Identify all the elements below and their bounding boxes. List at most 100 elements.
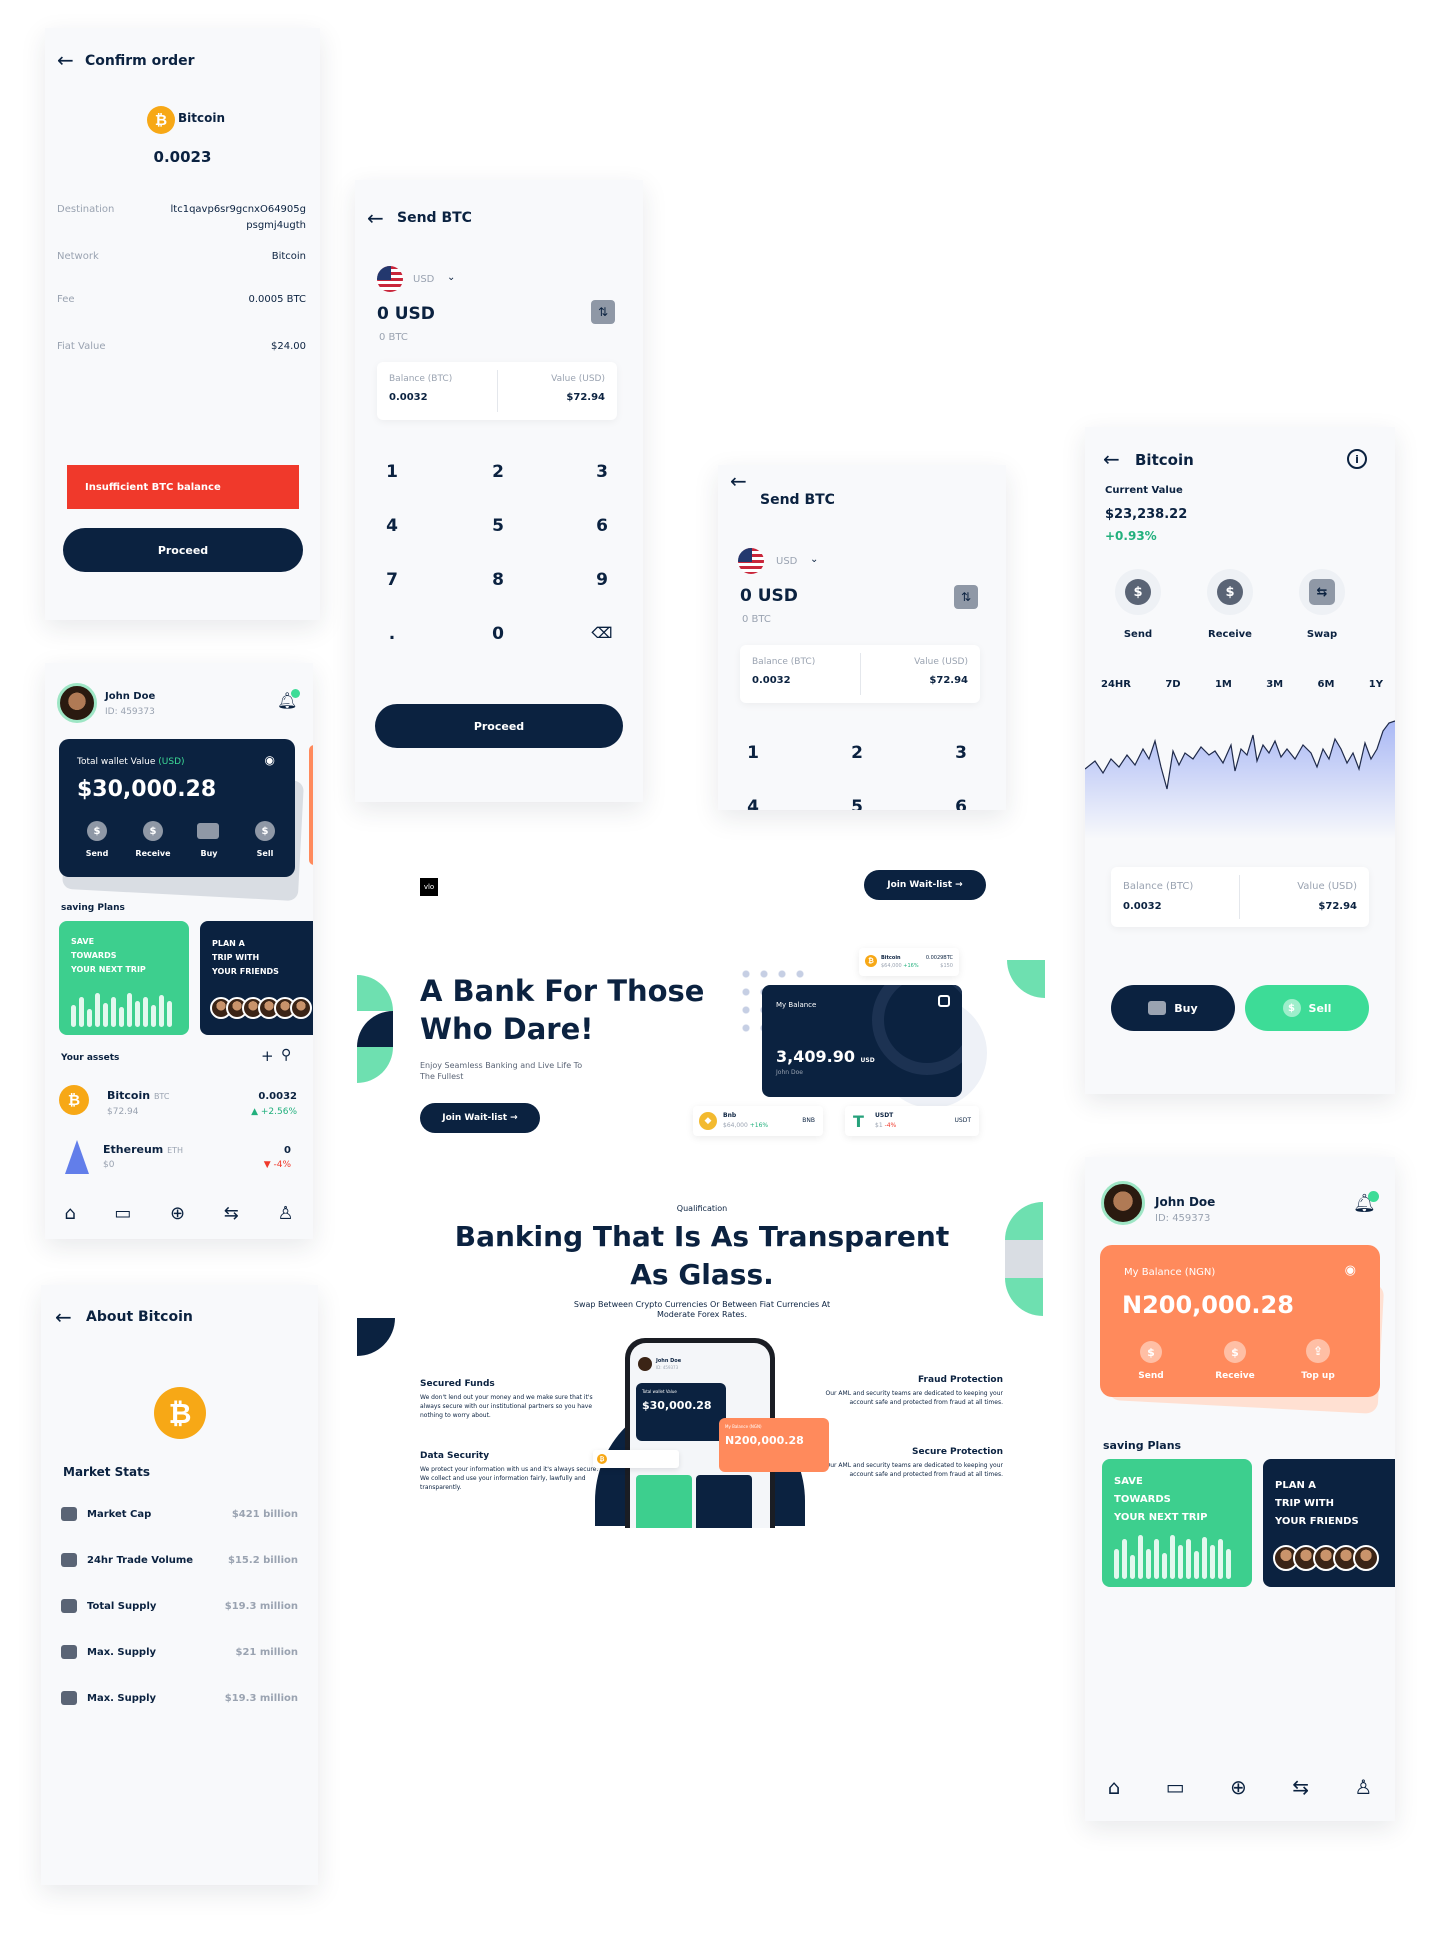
back-arrow-icon[interactable]: ← (57, 48, 74, 72)
keypad-key[interactable]: 7 (377, 570, 407, 590)
plan-card-friends[interactable]: PLAN A TRIP WITH YOUR FRIENDS (200, 921, 313, 1035)
stat-icon (61, 1599, 77, 1613)
keypad-key[interactable]: 6 (587, 516, 617, 536)
fee-value: 0.0005 BTC (248, 294, 306, 305)
balance-card: Balance (BTC) 0.0032 Value (USD) $72.94 (1111, 867, 1369, 927)
proceed-button[interactable]: Proceed (375, 704, 623, 748)
ngn-value: N200,000.28 (725, 1434, 804, 1447)
phone-user-id: ID: 459373 (656, 1365, 679, 1370)
card-icon[interactable]: ▭ (1166, 1775, 1185, 1799)
plan-card-trip[interactable]: SAVE TOWARDS YOUR NEXT TRIP (59, 921, 189, 1035)
currency-select[interactable]: USD (413, 274, 434, 285)
search-icon[interactable]: ⚲ (281, 1047, 291, 1063)
home-icon[interactable]: ⌂ (1108, 1775, 1121, 1799)
back-arrow-icon[interactable]: ← (55, 1305, 72, 1329)
keypad-key[interactable]: . (377, 624, 407, 644)
back-arrow-icon[interactable]: ← (1103, 447, 1120, 471)
us-flag-icon (377, 266, 403, 292)
buy-button[interactable]: Buy (1111, 985, 1235, 1031)
keypad-key[interactable]: 4 (738, 797, 768, 810)
backspace-icon[interactable]: ⌫ (587, 624, 617, 642)
swap-icon[interactable]: ⇅ (954, 585, 978, 609)
bitcoin-detail-screen: ← Bitcoin i Current Value $23,238.22 +0.… (1085, 427, 1395, 1094)
plan-line: SAVE (71, 937, 95, 946)
keypad-key[interactable]: 1 (738, 743, 768, 763)
profile-icon[interactable]: ♙ (1354, 1775, 1372, 1799)
add-icon[interactable]: + (261, 1047, 274, 1065)
buy-icon[interactable] (197, 823, 219, 839)
keypad-key[interactable]: 3 (946, 743, 976, 763)
headline: A Bank For Those Who Dare! (420, 972, 704, 1048)
swap-icon[interactable]: ⇆ (224, 1203, 239, 1224)
keypad-key[interactable]: 8 (483, 570, 513, 590)
price-change: +0.93% (1105, 529, 1157, 543)
chip-name: Bitcoin (881, 955, 901, 961)
profile-icon[interactable]: ♙ (278, 1203, 294, 1224)
card-value-text: 3,409.90 (776, 1047, 855, 1066)
keypad-key[interactable]: 4 (377, 516, 407, 536)
receive-icon[interactable]: $ (1207, 569, 1253, 615)
swap-icon[interactable]: ⇆ (1292, 1775, 1309, 1799)
page-title: Send BTC (760, 492, 835, 508)
top-up-icon[interactable]: ⇪ (1306, 1339, 1330, 1363)
swap-icon[interactable]: ⇅ (591, 300, 615, 324)
eye-icon[interactable]: ◉ (1345, 1263, 1356, 1278)
keypad-key[interactable]: 6 (946, 797, 976, 810)
balance-value: 0.0032 (752, 675, 791, 686)
sell-button[interactable]: $ Sell (1245, 985, 1369, 1031)
chevron-down-icon[interactable]: ⌄ (810, 554, 818, 565)
keypad-key[interactable]: 1 (377, 462, 407, 482)
back-arrow-icon[interactable]: ← (367, 206, 384, 230)
keypad-key[interactable]: 5 (842, 797, 872, 810)
chip-value: $64,000 +16% (723, 1122, 768, 1129)
keypad-key[interactable]: 9 (587, 570, 617, 590)
swap-icon[interactable]: ⇆ (1299, 569, 1345, 615)
avatar[interactable] (57, 683, 97, 723)
eye-icon[interactable]: ◉ (265, 753, 275, 767)
feature-text: Our AML and security teams are dedicated… (825, 1390, 1003, 1406)
wallet-icon[interactable]: ⊕ (170, 1203, 185, 1224)
keypad-key[interactable]: 2 (842, 743, 872, 763)
keypad-key[interactable]: 3 (587, 462, 617, 482)
keypad-key[interactable]: 5 (483, 516, 513, 536)
join-waitlist-button[interactable]: Join Wait-list → (864, 870, 986, 900)
subtitle-line: Moderate Forex Rates. (656, 1310, 748, 1319)
plan-card-friends[interactable]: PLAN A TRIP WITH YOUR FRIENDS (1263, 1459, 1395, 1587)
chip-value: $1 -4% (875, 1122, 896, 1129)
receive-icon[interactable]: $ (143, 821, 163, 841)
proceed-button[interactable]: Proceed (63, 528, 303, 572)
swap-arrows-icon: ⇆ (1309, 579, 1335, 605)
landing-page: vlo Join Wait-list → A Bank For Those Who… (357, 858, 1047, 1528)
join-waitlist-cta[interactable]: Join Wait-list → (420, 1103, 540, 1133)
friends-avatars (1273, 1545, 1379, 1571)
plan-card-trip[interactable]: SAVE TOWARDS YOUR NEXT TRIP (1102, 1459, 1252, 1587)
send-icon[interactable]: $ (1140, 1341, 1162, 1363)
divider (860, 653, 861, 695)
plan-line: TOWARDS (1114, 1494, 1171, 1505)
info-icon[interactable]: i (1347, 449, 1367, 469)
chevron-down-icon[interactable]: ⌄ (447, 272, 455, 283)
network-label: Network (57, 251, 99, 262)
subtitle-line: Enjoy Seamless Banking and Live Life To (420, 1061, 583, 1070)
card-icon (938, 995, 950, 1007)
avatar[interactable] (1101, 1181, 1145, 1225)
stat-icon (61, 1553, 77, 1567)
sell-icon[interactable]: $ (255, 821, 275, 841)
ngn-home-screen: John Doe ID: 459373 🔔︎ My Balance (NGN) … (1085, 1157, 1395, 1821)
back-arrow-icon[interactable]: ← (730, 469, 747, 493)
card-icon[interactable]: ▭ (114, 1203, 131, 1224)
keypad-key[interactable]: 2 (483, 462, 513, 482)
send-icon[interactable]: $ (1115, 569, 1161, 615)
send-label: Send (85, 849, 109, 858)
bitcoin-chip: ₿ Bitcoin $64,000 +16% 0.0029BTC $150 (859, 948, 959, 976)
receive-icon[interactable]: $ (1224, 1341, 1246, 1363)
send-icon[interactable]: $ (87, 821, 107, 841)
wallet-icon[interactable]: ⊕ (1230, 1775, 1247, 1799)
currency-select[interactable]: USD (776, 556, 797, 567)
home-icon[interactable]: ⌂ (64, 1203, 75, 1224)
value-amount: $72.94 (929, 675, 968, 686)
logo[interactable]: vlo (420, 878, 438, 896)
divider (1239, 875, 1240, 919)
keypad-key[interactable]: 0 (483, 624, 513, 644)
phone-wallet-card: Total wallet Value $30,000.28 (636, 1383, 726, 1441)
